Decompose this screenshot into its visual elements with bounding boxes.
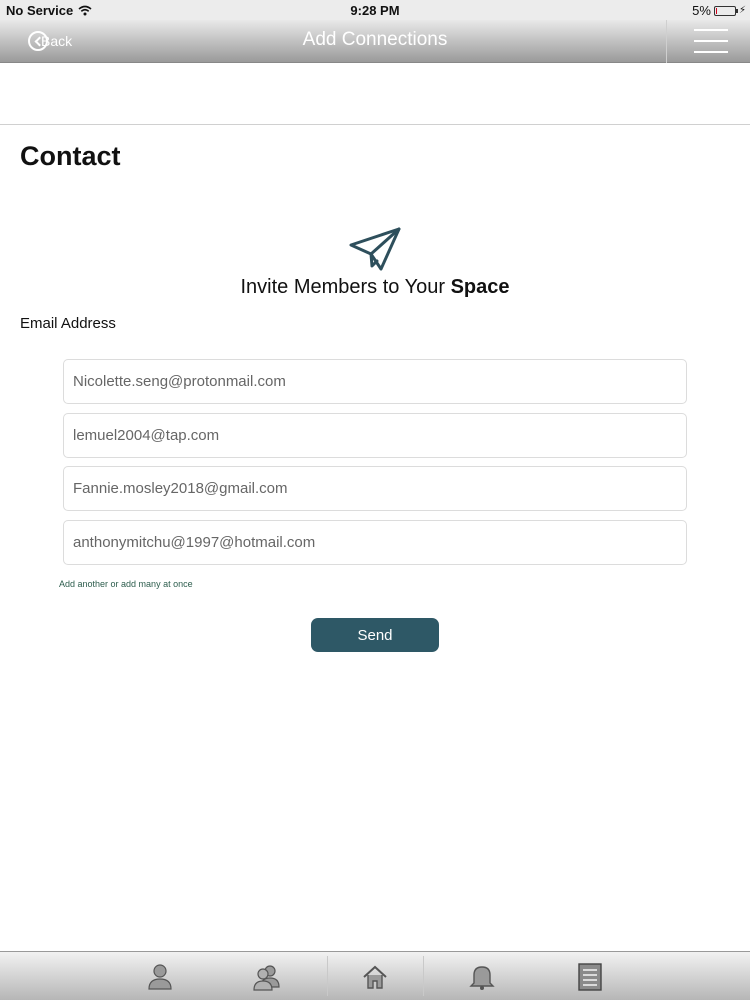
email-field-1[interactable] xyxy=(63,359,687,404)
status-bar: No Service 9:28 PM 5% ⚡ xyxy=(0,0,750,20)
charging-icon: ⚡ xyxy=(738,5,746,16)
nav-title: Add Connections xyxy=(302,29,448,50)
battery-percent: 5% xyxy=(692,3,711,18)
tab-notifications[interactable] xyxy=(434,952,530,1000)
email-field-4[interactable] xyxy=(63,520,687,565)
nav-bar: Back Add Connections xyxy=(0,20,750,63)
home-icon xyxy=(363,965,387,989)
menu-icon-line xyxy=(694,51,728,53)
invite-heading: Invite Members to Your Space xyxy=(0,276,750,299)
battery-icon xyxy=(713,5,738,16)
send-button[interactable]: Send xyxy=(311,618,439,652)
battery-level xyxy=(715,7,717,14)
invite-space-text: Space xyxy=(450,276,510,298)
tab-list[interactable] xyxy=(542,952,638,1000)
email-address-label: Email Address xyxy=(20,315,116,332)
status-time: 9:28 PM xyxy=(350,3,400,18)
paper-plane-icon xyxy=(349,227,401,271)
email-field-2[interactable] xyxy=(63,413,687,458)
email-field-3[interactable] xyxy=(63,466,687,511)
header-divider xyxy=(0,124,750,125)
menu-divider xyxy=(666,20,667,63)
profile-icon xyxy=(148,963,172,990)
menu-button[interactable] xyxy=(690,27,736,57)
tab-profile[interactable] xyxy=(112,952,208,1000)
tab-divider xyxy=(423,956,424,996)
list-icon xyxy=(578,962,602,991)
bell-icon xyxy=(469,965,495,990)
tab-bar xyxy=(0,951,750,1000)
tab-home[interactable] xyxy=(327,952,423,1000)
add-another-link[interactable]: Add another or add many at once xyxy=(59,579,193,589)
menu-icon-line xyxy=(694,40,728,42)
invite-text: Invite Members to Your xyxy=(240,276,451,298)
tab-connections[interactable] xyxy=(219,952,315,1000)
status-right: 5% ⚡ xyxy=(692,3,746,18)
connections-icon xyxy=(253,964,280,991)
menu-icon-line xyxy=(694,29,728,31)
page-title: Contact xyxy=(20,141,121,171)
